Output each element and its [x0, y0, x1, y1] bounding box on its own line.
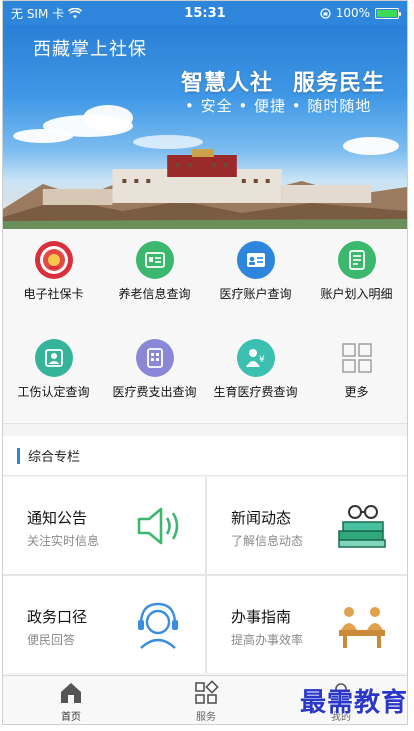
watermark-text: 最需教育	[299, 688, 408, 718]
orientation-lock-icon	[320, 7, 331, 19]
slogan: 智慧人社 服务民生	[181, 65, 385, 97]
cloud	[83, 105, 133, 131]
app-screen: 无 SIM 卡 15:31 100% 西藏掌上社保 智慧人社 服务民生 • 安全 …	[2, 0, 408, 725]
service-account-detail[interactable]: 账户划入明细	[306, 241, 407, 302]
tab-home[interactable]: 首页	[31, 680, 111, 723]
tab-services[interactable]: 服务	[166, 680, 246, 723]
card-policy[interactable]: 政务口径 便民回答	[3, 576, 205, 673]
service-medical-expense[interactable]: 医疗费支出查询	[104, 339, 205, 400]
section-title: 综合专栏	[28, 450, 81, 465]
service-maternity-medical[interactable]: ¥ 生育医疗费查询	[205, 339, 306, 400]
carrier-label: 无 SIM 卡	[11, 6, 65, 21]
headset-icon	[138, 602, 178, 649]
pension-icon	[135, 241, 174, 279]
card-guide[interactable]: 办事指南 提高办事效率	[207, 576, 407, 673]
card-subtitle: 提高办事效率	[231, 633, 304, 647]
potala-palace-illustration	[3, 149, 407, 229]
home-icon	[61, 683, 81, 703]
service-work-injury[interactable]: 工伤认定查询	[3, 339, 104, 400]
speaker-icon	[137, 507, 179, 545]
medical-account-icon	[236, 241, 275, 279]
hero-banner[interactable]: 西藏掌上社保 智慧人社 服务民生 • 安全 • 便捷 • 随时随地	[3, 25, 407, 229]
grid-more-icon	[338, 339, 376, 377]
status-bar: 无 SIM 卡 15:31 100%	[3, 1, 407, 25]
card-news[interactable]: 新闻动态 了解信息动态	[207, 477, 407, 574]
maternity-icon: ¥	[236, 339, 275, 377]
card-subtitle: 了解信息动态	[231, 534, 304, 548]
svg-text:¥: ¥	[259, 355, 265, 365]
app-title: 西藏掌上社保	[33, 39, 147, 60]
card-title: 办事指南	[231, 608, 292, 626]
service-social-card[interactable]: 电子社保卡	[3, 241, 104, 302]
service-pension[interactable]: 养老信息查询	[104, 241, 205, 302]
card-subtitle: 便民回答	[27, 633, 76, 647]
card-title: 新闻动态	[231, 509, 292, 527]
wifi-icon	[68, 7, 83, 18]
slogan-left: 智慧人社	[181, 71, 274, 96]
card-notice[interactable]: 通知公告 关注实时信息	[3, 477, 205, 574]
subslogan: • 安全 • 便捷 • 随时随地	[185, 97, 372, 115]
slogan-right: 服务民生	[293, 71, 386, 96]
service-medical-account[interactable]: 医疗账户查询	[205, 241, 306, 302]
social-card-icon	[34, 241, 73, 279]
feature-cards: 通知公告 关注实时信息 新闻动态 了解信息动态 政务口径 便民回答 办事指南 提…	[3, 477, 407, 673]
books-icon	[338, 505, 386, 548]
services-grid: 电子社保卡 养老信息查询 医疗账户查询 账户划入明细 工伤认定查询 医疗费支出查…	[3, 229, 407, 424]
account-detail-icon	[337, 241, 376, 279]
battery-icon	[375, 7, 401, 19]
service-more[interactable]: 更多	[306, 339, 407, 400]
card-title: 通知公告	[27, 509, 88, 527]
section-accent-bar	[17, 447, 20, 464]
injury-icon	[34, 339, 73, 377]
card-title: 政务口径	[27, 608, 88, 626]
card-subtitle: 关注实时信息	[27, 534, 100, 548]
section-header: 综合专栏	[3, 436, 407, 476]
service-desk-icon	[339, 607, 385, 648]
medical-expense-icon	[135, 339, 174, 377]
services-icon	[195, 680, 219, 704]
clock: 15:31	[184, 5, 226, 21]
battery-percent: 100%	[335, 6, 370, 20]
